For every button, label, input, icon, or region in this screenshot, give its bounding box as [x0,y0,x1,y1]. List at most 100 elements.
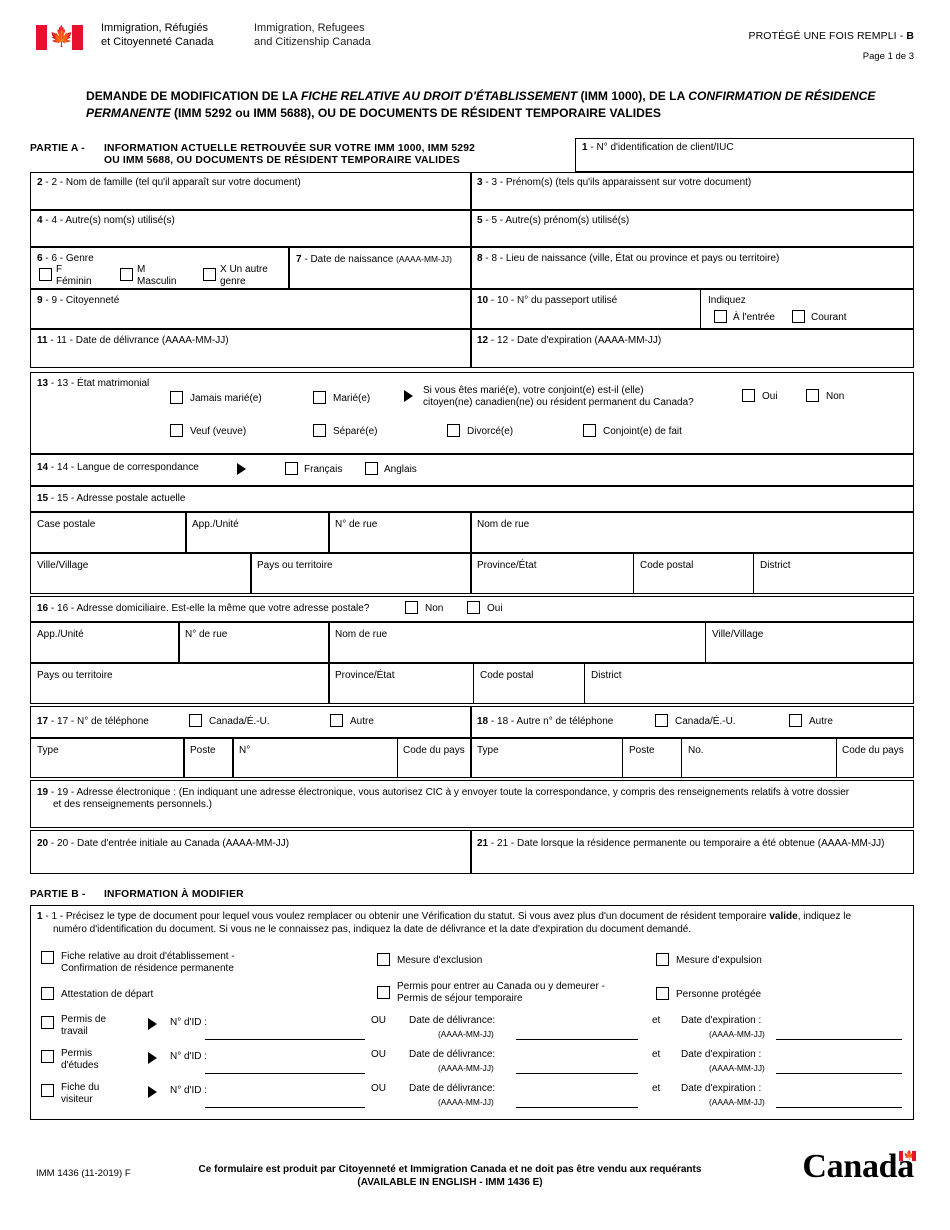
field-15-app-unite-label[interactable]: App./Unité [192,519,239,531]
field-6-checkbox-autre-genre[interactable] [203,268,216,281]
part-b-checkbox-permis-etudes[interactable] [41,1050,54,1063]
grid-divider [328,513,330,552]
part-b-row2-delivrance-input[interactable] [516,1073,638,1074]
field-13-checkbox-oui[interactable] [742,389,755,402]
part-b-row2-id-input[interactable] [205,1073,365,1074]
wordmark-fr-line2: et Citoyenneté Canada [101,35,214,48]
field-10-checkbox-courant[interactable] [792,310,805,323]
field-17-poste-label[interactable]: Poste [190,745,216,757]
field-13-checkbox-divorce[interactable] [447,424,460,437]
protected-class: B [906,30,914,42]
field-14-checkbox-anglais[interactable] [365,462,378,475]
field-16-option-non: Non [425,603,444,614]
field-15-case-postale-label[interactable]: Case postale [37,519,95,531]
field-13-option-oui: Oui [762,391,778,402]
field-16-checkbox-non[interactable] [405,601,418,614]
canada-wordmark-text: Canada [802,1148,914,1185]
grid-divider [328,623,330,704]
grid-divider [232,739,234,778]
field-16-no-rue-label[interactable]: N° de rue [185,629,227,641]
field-6-checkbox-feminin[interactable] [39,268,52,281]
part-b-row1-expiration-input[interactable] [776,1039,902,1040]
field-16-district-label[interactable]: District [591,670,622,682]
field-2-label: 2 - 2 - Nom de famille (tel qu'il appara… [37,177,301,188]
field-15-ville-label[interactable]: Ville/Village [37,560,88,572]
grid-divider [470,706,472,778]
field-18-checkbox-autre[interactable] [789,714,802,727]
grid-divider [705,623,706,662]
grid-divider [30,209,914,211]
grid-divider [633,554,634,594]
part-b-permis-etudes-line2: d'études [61,1060,99,1071]
wordmark-english: Immigration, Refugees and Citizenship Ca… [254,22,371,49]
part-b-checkbox-personne-protegee[interactable] [656,987,669,1000]
field-16-nom-rue-label[interactable]: Nom de rue [335,629,387,641]
part-b-fiche-visiteur-line1: Fiche du [61,1082,100,1093]
part-b-checkbox-fiche-droit-etablissement[interactable] [41,951,54,964]
field-15-code-postal-label[interactable]: Code postal [640,560,693,572]
field-18-poste-label[interactable]: Poste [629,745,655,757]
part-b-row1-id-input[interactable] [205,1039,365,1040]
field-15-province-label[interactable]: Province/État [477,560,536,572]
part-b-row3-expiration-input[interactable] [776,1107,902,1108]
part-b-row1-delivrance-input[interactable] [516,1039,638,1040]
grid-divider [473,664,474,704]
field-17-checkbox-autre[interactable] [330,714,343,727]
field-15-district-label[interactable]: District [760,560,791,572]
field-14-checkbox-francais[interactable] [285,462,298,475]
grid-divider [470,513,472,594]
page-number: Page 1 de 3 [862,51,914,62]
field-16-app-unite-label[interactable]: App./Unité [37,629,84,641]
grid-divider [30,246,914,248]
part-b-checkbox-attestation-depart[interactable] [41,987,54,1000]
field-13-checkbox-jamais-marie[interactable] [170,391,183,404]
part-b-checkbox-permis-entrer[interactable] [377,986,390,999]
grid-divider [30,737,914,739]
part-a-heading-line1: INFORMATION ACTUELLE RETROUVÉE SUR VOTRE… [104,143,476,154]
field-18-checkbox-canada-us[interactable] [655,714,668,727]
grid-divider [30,552,914,554]
field-13-checkbox-non[interactable] [806,389,819,402]
field-18-code-pays-label[interactable]: Code du pays [842,745,904,757]
part-a-label: PARTIE A - [30,143,85,154]
field-16-province-label[interactable]: Province/État [335,670,394,682]
arrow-right-icon [148,1086,157,1098]
field-16-pays-label[interactable]: Pays ou territoire [37,670,113,682]
field-16-checkbox-oui[interactable] [467,601,480,614]
grid-divider [30,621,914,623]
field-16-ville-label[interactable]: Ville/Village [712,629,763,641]
grid-divider [470,172,472,246]
field-18-type-label[interactable]: Type [477,745,499,757]
field-8-label: 8 - 8 - Lieu de naissance (ville, État o… [477,253,780,264]
field-17-checkbox-canada-us[interactable] [189,714,202,727]
part-b-row2-expiration-input[interactable] [776,1073,902,1074]
part-b-checkbox-permis-travail[interactable] [41,1016,54,1029]
grid-divider [30,288,914,290]
part-b-row3-delivrance-input[interactable] [516,1107,638,1108]
part-b-row2-et: et [652,1049,661,1060]
part-b-checkbox-mesure-expulsion[interactable] [656,953,669,966]
field-17-type-label[interactable]: Type [37,745,59,757]
field-13-checkbox-marie[interactable] [313,391,326,404]
field-13-checkbox-conjoint-fait[interactable] [583,424,596,437]
part-b-option-permis-entrer-line1: Permis pour entrer au Canada ou y demeur… [397,981,605,992]
part-b-checkbox-fiche-visiteur[interactable] [41,1084,54,1097]
field-13-checkbox-veuf[interactable] [170,424,183,437]
field-17-code-pays-label[interactable]: Code du pays [403,745,465,757]
field-16-code-postal-label[interactable]: Code postal [480,670,533,682]
field-17-numero-label[interactable]: N° [239,745,250,757]
grid-divider [397,739,398,778]
part-b-row3-id-input[interactable] [205,1107,365,1108]
part-b-option-fiche-line1: Fiche relative au droit d'établissement … [61,951,235,962]
field-20-label: 20 - 20 - Date d'entrée initiale au Cana… [37,838,290,849]
part-b-option-permis-entrer-line2: Permis de séjour temporaire [397,993,523,1004]
field-18-numero-label[interactable]: No. [688,745,704,757]
part-b-checkbox-mesure-exclusion[interactable] [377,953,390,966]
field-10-checkbox-a-lentree[interactable] [714,310,727,323]
field-13-checkbox-separe[interactable] [313,424,326,437]
field-15-pays-label[interactable]: Pays ou territoire [257,560,333,572]
field-13-label: 13 - 13 - État matrimonial [37,378,150,389]
field-6-checkbox-masculin[interactable] [120,268,133,281]
field-15-nom-rue-label[interactable]: Nom de rue [477,519,529,531]
field-15-no-rue-label[interactable]: N° de rue [335,519,377,531]
